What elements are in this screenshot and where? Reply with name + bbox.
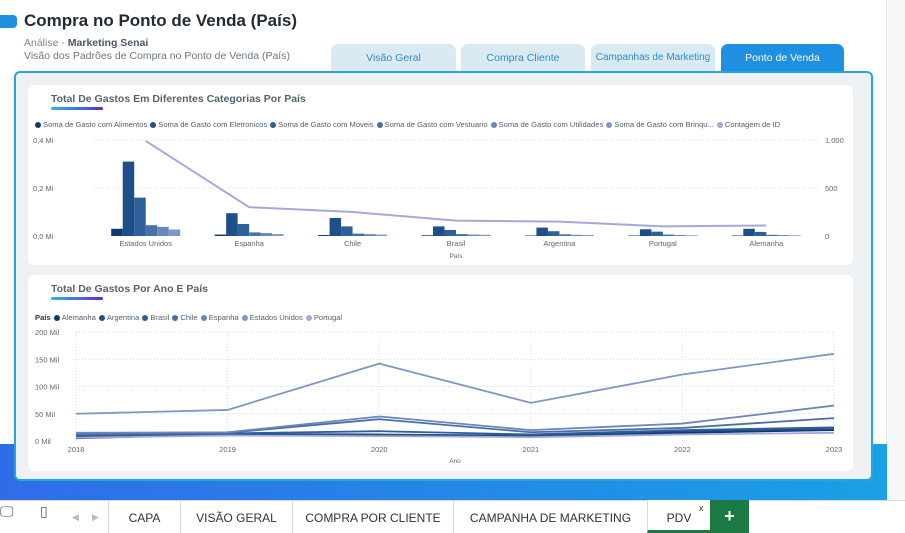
analysis-name: Marketing Senai xyxy=(67,37,149,49)
chart1-plot: 0,4 Mi 1.000 0,2 Mi 500 0,0 Mi 0 Estados Unido… xyxy=(33,136,844,260)
chart1-bar xyxy=(536,227,548,236)
chart1-bar xyxy=(111,228,123,236)
right-edge-strip xyxy=(886,0,905,500)
chart1-y-tick: 0,4 Mi xyxy=(33,136,54,145)
chart1-bar xyxy=(375,234,388,236)
desktop-view-icon[interactable]: 🖵 xyxy=(0,503,14,520)
chart2-line-series xyxy=(75,352,835,415)
chart1-y-tick: 0,2 Mi xyxy=(33,184,54,193)
analysis-caption: Análise - Marketing Senai xyxy=(24,37,148,49)
scroll-right-icon[interactable]: ▶ xyxy=(92,512,99,523)
chart-card-categories: Total De Gastos Em Diferentes Categorias… xyxy=(28,85,853,265)
chart1-y2-tick: 500 xyxy=(825,184,838,193)
sheet-tab-capa[interactable]: CAPA xyxy=(108,500,180,533)
chart2-x-tick: 2020 xyxy=(371,445,388,454)
chart1-x-tick: Alemanha xyxy=(749,239,784,248)
sheet-tab-campanha-de-marketing[interactable]: CAMPANHA DE MARKETING xyxy=(453,500,647,533)
chart1-bar xyxy=(168,229,181,236)
chart1-bar xyxy=(318,235,330,236)
chart1-y2-tick: 1.000 xyxy=(825,136,844,145)
chart1-bar xyxy=(456,234,468,236)
chart2-x-tick: 2018 xyxy=(68,445,85,454)
chart1-bar xyxy=(685,235,698,236)
page-title: Compra no Ponto de Venda (País) xyxy=(24,11,297,30)
chart1-bar xyxy=(122,161,135,236)
chart1-bar xyxy=(628,235,640,237)
chart1-bar xyxy=(444,230,456,236)
sheet-tab-visao-geral[interactable]: VISÃO GERAL xyxy=(180,500,292,533)
chart1-bar xyxy=(249,232,261,236)
chart1-x-tick: Espanha xyxy=(234,239,264,248)
chart2-y-tick: 0 Mil xyxy=(35,437,51,446)
chart1-x-tick: Argentina xyxy=(543,239,576,248)
chart2-y-tick: 50 Mil xyxy=(35,410,55,419)
chart1-bar xyxy=(157,226,169,236)
chart1-bar xyxy=(329,218,342,236)
chart1-bar xyxy=(364,234,376,236)
sheet-tab-compra-por-cliente[interactable]: COMPRA POR CLIENTE xyxy=(292,500,453,533)
chart2-plot: 200 Mil 150 Mil 100 Mil 50 Mil 0 Mil 2018 2019… xyxy=(35,328,843,465)
chart1-x-tick: Brasil xyxy=(447,239,466,248)
page-subtitle: Visão dos Padrões de Compra no Ponto de … xyxy=(24,50,290,62)
chart1-bar xyxy=(754,231,767,236)
chart1-bar xyxy=(352,233,365,236)
chart1-bar xyxy=(237,224,250,236)
tab-compra-cliente[interactable]: Compra Cliente xyxy=(461,44,585,71)
chart1-bar xyxy=(731,235,744,237)
mobile-view-icon[interactable]: ▯ xyxy=(40,503,48,520)
title-accent-bar xyxy=(0,15,17,28)
chart2-x-tick: 2022 xyxy=(674,445,691,454)
chart1-bar xyxy=(766,234,778,236)
scroll-left-icon[interactable]: ◀ xyxy=(72,512,79,523)
chart1-bar xyxy=(789,235,801,236)
chart1-bar xyxy=(214,234,227,236)
add-sheet-button[interactable]: + xyxy=(710,500,749,533)
chart2-x-tick: 2021 xyxy=(522,445,539,454)
chart2-y-tick: 200 Mil xyxy=(35,328,60,337)
chart-card-years: Total De Gastos Por Ano E País País Alem… xyxy=(28,275,853,471)
close-sheet-icon[interactable]: x xyxy=(699,503,704,513)
chart1-y-tick: 0,0 Mi xyxy=(33,232,54,241)
chart1-bar xyxy=(134,197,146,236)
chart1-bar xyxy=(662,234,675,236)
chart1-bar xyxy=(547,231,560,236)
tab-ponto-de-venda[interactable]: Ponto de Venda xyxy=(721,44,844,71)
chart1-bar xyxy=(524,235,537,237)
chart1-bar xyxy=(433,226,445,236)
chart1-bar xyxy=(145,225,158,236)
tab-visao-geral[interactable]: Visão Geral xyxy=(331,44,456,71)
chart1-bar xyxy=(559,234,571,236)
chart1-bar xyxy=(421,235,433,236)
chart1-bar xyxy=(639,229,652,236)
chart2-x-tick: 2023 xyxy=(826,445,843,454)
chart1-bar xyxy=(467,234,479,236)
chart1-x-label: País xyxy=(449,253,463,260)
chart1-bar xyxy=(479,234,491,236)
chart1-bar xyxy=(341,226,353,236)
chart1-bar xyxy=(582,235,594,236)
chart1-bar xyxy=(570,234,583,236)
chart1-bar xyxy=(674,235,686,236)
tab-campanhas-marketing[interactable]: Campanhas de Marketing xyxy=(591,44,715,71)
chart1-x-tick: Estados Unidos xyxy=(119,239,172,248)
chart1-bar xyxy=(743,228,755,236)
chart1-bar xyxy=(777,235,790,236)
chart1-bar xyxy=(272,234,284,236)
chart2-x-tick: 2019 xyxy=(219,445,236,454)
chart1-y2-tick: 0 xyxy=(825,232,829,241)
chart2-x-label: Ano xyxy=(449,458,461,465)
chart1-bar xyxy=(651,231,663,236)
chart1-bar xyxy=(260,233,273,236)
chart1-x-tick: Chile xyxy=(344,239,361,248)
chart1-line-contagem xyxy=(145,140,767,228)
page-root: Compra no Ponto de Venda (País) Análise … xyxy=(0,0,905,533)
chart2-y-tick: 100 Mil xyxy=(35,383,60,392)
chart1-bar xyxy=(226,213,238,236)
chart2-y-tick: 150 Mil xyxy=(35,355,60,364)
analysis-label: Análise - xyxy=(24,37,68,49)
chart1-x-tick: Portugal xyxy=(649,239,677,248)
